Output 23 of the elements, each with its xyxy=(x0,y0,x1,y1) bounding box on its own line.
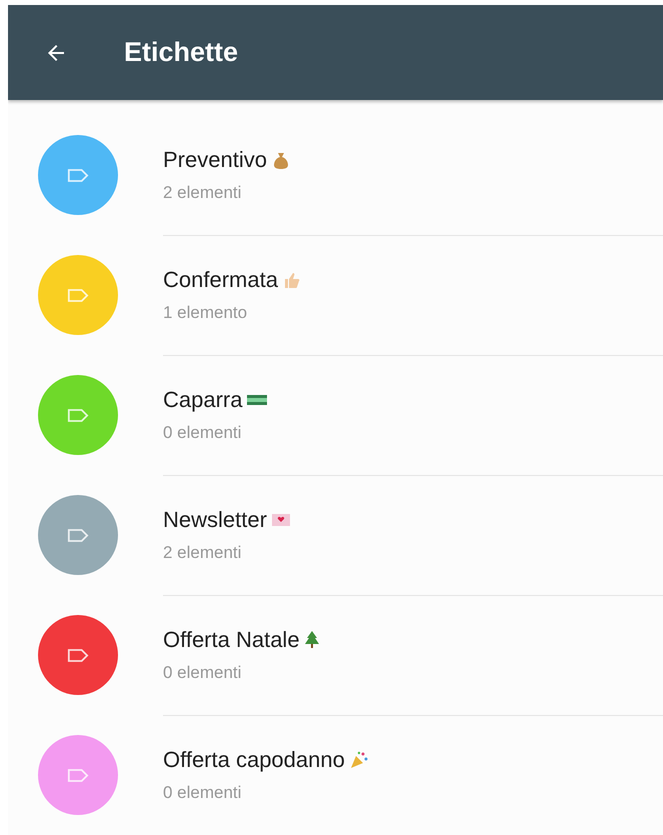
item-count: 0 elementi xyxy=(163,422,242,442)
screen-title: Etichette xyxy=(124,37,238,68)
label-name[interactable]: Caparra xyxy=(163,386,242,412)
item-count: 0 elementi xyxy=(163,783,242,803)
label-name[interactable]: Offerta capodanno xyxy=(163,747,345,773)
label-name[interactable]: Confermata xyxy=(163,266,278,292)
tag-icon xyxy=(67,768,89,782)
banknote-icon xyxy=(246,392,268,406)
tree-icon xyxy=(304,630,320,650)
envelope-icon xyxy=(270,512,291,528)
tag-icon xyxy=(67,168,89,182)
label-name[interactable]: Preventivo xyxy=(163,146,267,172)
party-popper-icon xyxy=(348,750,369,770)
item-count: 2 elementi xyxy=(163,542,242,562)
label-name[interactable]: Offerta Natale xyxy=(163,626,300,652)
tag-icon xyxy=(67,528,89,542)
tag-icon xyxy=(67,648,89,662)
item-count: 2 elementi xyxy=(163,182,242,202)
label-name[interactable]: Newsletter xyxy=(163,506,267,532)
tag-icon xyxy=(67,408,89,422)
item-count: 1 elemento xyxy=(163,302,248,322)
item-count: 0 elementi xyxy=(163,662,242,682)
tag-icon xyxy=(67,288,89,302)
